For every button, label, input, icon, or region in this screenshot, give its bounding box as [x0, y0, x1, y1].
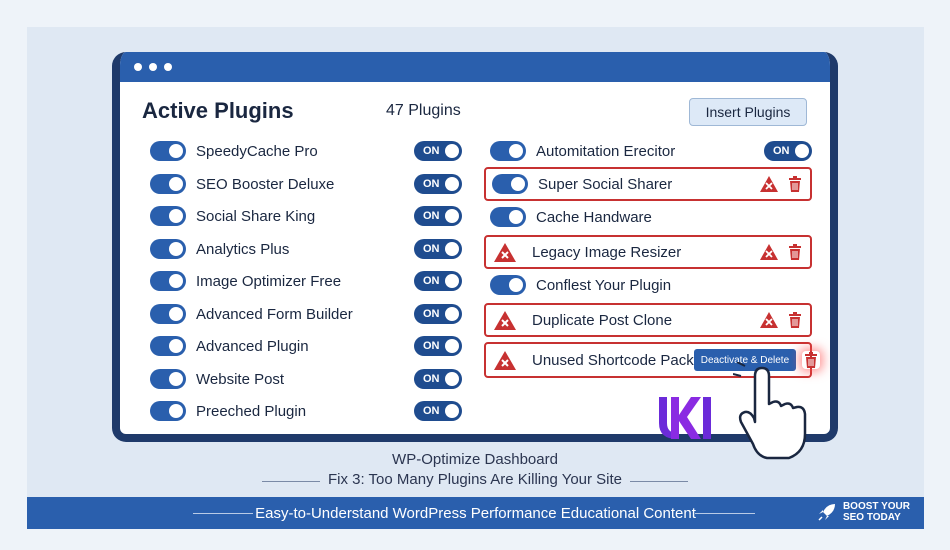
- trash-icon[interactable]: [786, 243, 804, 261]
- toggle-on-icon[interactable]: [150, 141, 186, 161]
- plugin-row: Advanced Form Builder ON: [144, 298, 462, 330]
- plugin-name: Image Optimizer Free: [196, 272, 342, 290]
- plugin-name: Unused Shortcode Pack: [532, 351, 694, 369]
- toggle-on-icon[interactable]: [150, 174, 186, 194]
- plugin-row: Automitation Erecitor ON: [484, 135, 812, 167]
- plugin-row: Image Optimizer Free ON: [144, 265, 462, 297]
- plugin-row: Social Share King ON: [144, 200, 462, 232]
- caption-title: WP-Optimize Dashboard: [392, 451, 558, 468]
- on-switch[interactable]: ON: [414, 336, 462, 356]
- on-switch[interactable]: ON: [764, 141, 812, 161]
- plugin-name: Conflest Your Plugin: [536, 276, 672, 294]
- plugin-name: Website Post: [196, 370, 285, 388]
- plugin-row: Website Post ON: [144, 363, 462, 395]
- brand-line-2: SEO TODAY: [842, 512, 901, 523]
- footer-divider: [695, 513, 755, 514]
- window-titlebar: [120, 52, 830, 82]
- insert-plugins-button[interactable]: Insert Plugins: [689, 98, 807, 126]
- warning-triangle-icon: [758, 242, 780, 262]
- plugin-name: Automitation Erecitor: [536, 142, 676, 160]
- toggle-on-icon[interactable]: [490, 275, 526, 295]
- toggle-on-icon[interactable]: [150, 401, 186, 421]
- window-dot-icon: [164, 63, 172, 71]
- toggle-on-icon[interactable]: [150, 336, 186, 356]
- window-dot-icon: [149, 63, 157, 71]
- window-dot-icon: [134, 63, 142, 71]
- plugin-name: Cache Handware: [536, 208, 652, 226]
- error-triangle-icon: [492, 241, 518, 263]
- caption-subtitle: Fix 3: Too Many Plugins Are Killing Your…: [327, 471, 623, 488]
- warning-triangle-icon: [758, 174, 780, 194]
- error-triangle-icon: [492, 349, 518, 371]
- caption-divider: [630, 481, 688, 482]
- flagged-plugin-row: Legacy Image Resizer: [484, 235, 812, 269]
- rocket-icon: [818, 504, 835, 521]
- plugin-name: Analytics Plus: [196, 240, 290, 258]
- plugin-row: Advanced Plugin ON: [144, 330, 462, 362]
- uki-logo: [659, 397, 711, 439]
- page-title: Active Plugins: [142, 98, 294, 123]
- trash-icon[interactable]: [786, 175, 804, 193]
- footer-banner: Easy-to-Understand WordPress Performance…: [27, 497, 924, 529]
- brand-line-1: BOOST YOUR: [842, 501, 910, 512]
- plugin-name: Social Share King: [196, 207, 316, 225]
- on-switch[interactable]: ON: [414, 239, 462, 259]
- hand-pointer-icon: [733, 362, 807, 460]
- plugin-name: Advanced Form Builder: [196, 305, 353, 323]
- warning-triangle-icon: [758, 310, 780, 330]
- plugins-window: Active Plugins 47 Plugins Insert Plugins…: [112, 52, 838, 442]
- plugin-name: Super Social Sharer: [538, 175, 673, 193]
- plugin-name: Preeched Plugin: [196, 402, 307, 420]
- plugin-name: Duplicate Post Clone: [532, 311, 673, 329]
- footer-text: Easy-to-Understand WordPress Performance…: [255, 504, 696, 522]
- footer-divider: [193, 513, 253, 514]
- plugin-row: Preeched Plugin ON: [144, 395, 462, 427]
- toggle-on-icon[interactable]: [150, 369, 186, 389]
- toggle-on-icon[interactable]: [150, 304, 186, 324]
- toggle-on-icon[interactable]: [150, 206, 186, 226]
- toggle-on-icon[interactable]: [490, 141, 526, 161]
- flagged-plugin-row: Duplicate Post Clone: [484, 303, 812, 337]
- plugin-name: SpeedyCache Pro: [196, 142, 318, 160]
- plugin-row: Conflest Your Plugin: [484, 269, 812, 301]
- toggle-on-icon[interactable]: [492, 174, 528, 194]
- on-switch[interactable]: ON: [414, 401, 462, 421]
- plugin-name: Advanced Plugin: [196, 337, 309, 355]
- plugin-row: Analytics Plus ON: [144, 233, 462, 265]
- plugin-name: Legacy Image Resizer: [532, 243, 682, 261]
- plugin-row: SpeedyCache Pro ON: [144, 135, 462, 167]
- on-switch[interactable]: ON: [414, 271, 462, 291]
- brand-logo: BOOST YOUR SEO TODAY: [817, 501, 910, 523]
- toggle-on-icon[interactable]: [490, 207, 526, 227]
- plugin-count: 47 Plugins: [386, 102, 461, 119]
- plugin-name: SEO Booster Deluxe: [196, 175, 335, 193]
- plugins-panel: Active Plugins 47 Plugins Insert Plugins…: [120, 82, 830, 434]
- on-switch[interactable]: ON: [414, 369, 462, 389]
- on-switch[interactable]: ON: [414, 141, 462, 161]
- on-switch[interactable]: ON: [414, 206, 462, 226]
- error-triangle-icon: [492, 309, 518, 331]
- plugin-row: SEO Booster Deluxe ON: [144, 168, 462, 200]
- toggle-on-icon[interactable]: [150, 239, 186, 259]
- trash-icon[interactable]: [786, 311, 804, 329]
- on-switch[interactable]: ON: [414, 174, 462, 194]
- toggle-on-icon[interactable]: [150, 271, 186, 291]
- flagged-plugin-row: Super Social Sharer: [484, 167, 812, 201]
- plugin-row: Cache Handware: [484, 201, 812, 233]
- on-switch[interactable]: ON: [414, 304, 462, 324]
